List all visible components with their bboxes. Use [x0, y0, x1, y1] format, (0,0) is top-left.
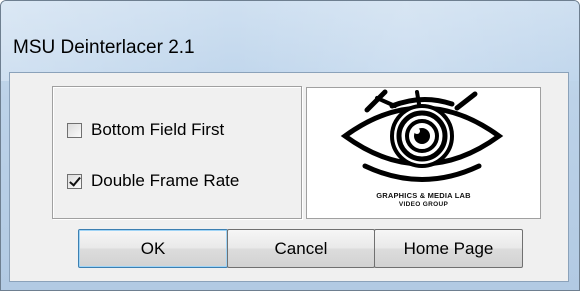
- logo-panel: GRAPHICS & MEDIA LAB VIDEO GROUP: [306, 87, 541, 219]
- bottom-field-first-checkbox[interactable]: [67, 122, 82, 138]
- ok-button[interactable]: OK: [78, 229, 228, 268]
- options-group: Bottom Field First Double Frame Rate: [52, 86, 302, 219]
- cancel-button[interactable]: Cancel: [227, 229, 375, 268]
- bottom-field-first-label[interactable]: Bottom Field First: [91, 120, 224, 140]
- window-title: MSU Deinterlacer 2.1: [13, 37, 195, 58]
- dialog-window: MSU Deinterlacer 2.1 Bottom Field First …: [0, 0, 580, 291]
- double-frame-rate-label[interactable]: Double Frame Rate: [91, 171, 239, 191]
- logo-text-line1: GRAPHICS & MEDIA LAB: [376, 191, 471, 200]
- home-page-button[interactable]: Home Page: [374, 229, 523, 268]
- dialog-client-area: Bottom Field First Double Frame Rate GRA…: [9, 72, 569, 282]
- bottom-field-first-option[interactable]: Bottom Field First: [67, 118, 224, 142]
- title-bar[interactable]: MSU Deinterlacer 2.1: [1, 1, 579, 81]
- double-frame-rate-checkbox[interactable]: [67, 173, 82, 189]
- logo-text-line2: VIDEO GROUP: [398, 201, 449, 208]
- double-frame-rate-option[interactable]: Double Frame Rate: [67, 169, 239, 193]
